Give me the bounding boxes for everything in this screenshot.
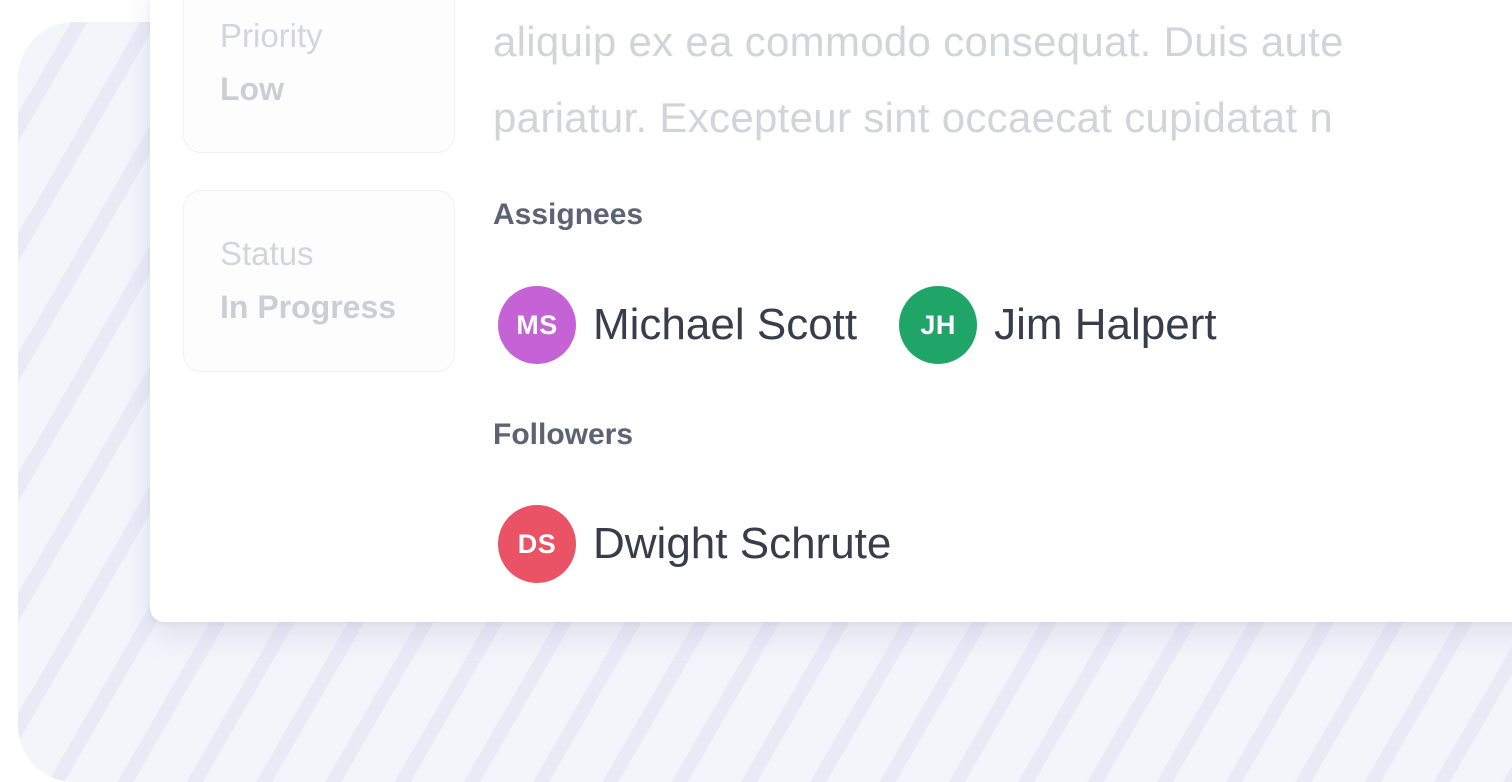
assignee-name: Michael Scott [593,300,858,349]
assignees-heading: Assignees [493,198,644,231]
followers-list: DS Dwight Schrute [498,505,891,583]
assignees-list: MS Michael Scott JH Jim Halpert [498,286,1217,364]
status-value: In Progress [220,289,397,325]
priority-label: Priority [220,17,323,54]
priority-field[interactable]: Priority Low [183,0,455,153]
avatar: JH [899,286,978,364]
priority-value: Low [220,71,284,107]
assignee-name: Jim Halpert [994,300,1217,349]
description-text: aliquip ex ea commodo consequat. Duis au… [493,18,1344,65]
avatar: DS [498,505,576,583]
assignee-michael-scott[interactable]: MS Michael Scott [498,286,857,364]
status-field[interactable]: Status In Progress [183,190,455,372]
avatar: MS [498,286,576,364]
followers-heading: Followers [493,418,634,451]
assignee-jim-halpert[interactable]: JH Jim Halpert [899,286,1217,364]
status-label: Status [220,235,314,272]
follower-name: Dwight Schrute [593,519,892,568]
description-text: pariatur. Excepteur sint occaecat cupida… [493,94,1333,141]
follower-dwight-schrute[interactable]: DS Dwight Schrute [498,505,891,583]
